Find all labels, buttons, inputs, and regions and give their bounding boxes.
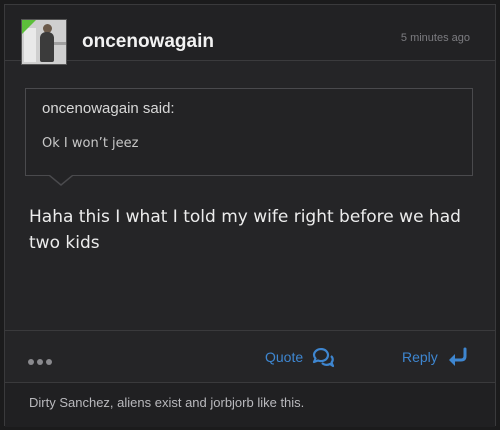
reply-button-label: Reply xyxy=(402,349,438,365)
avatar[interactable] xyxy=(21,19,67,65)
quote-button[interactable]: Quote xyxy=(265,345,335,369)
quote-text: Ok I won’t jeez xyxy=(42,136,139,151)
forum-post: oncenowagain 5 minutes ago oncenowagain … xyxy=(4,4,496,427)
quote-bubble-icon xyxy=(313,347,335,368)
online-indicator xyxy=(22,20,36,34)
reply-button[interactable]: Reply xyxy=(402,345,468,369)
quote-attribution[interactable]: oncenowagain said: xyxy=(42,100,175,117)
more-dots-icon[interactable] xyxy=(28,352,56,365)
avatar-image-detail xyxy=(54,42,66,45)
post-timestamp[interactable]: 5 minutes ago xyxy=(401,32,470,44)
post-actions: Quote Reply xyxy=(5,330,495,382)
quoted-message: oncenowagain said: Ok I won’t jeez xyxy=(25,88,473,176)
reply-arrow-icon xyxy=(448,347,467,366)
likes-text[interactable]: Dirty Sanchez, aliens exist and jorbjorb… xyxy=(29,395,304,410)
avatar-image-detail xyxy=(40,32,54,62)
post-header: oncenowagain 5 minutes ago xyxy=(5,5,495,65)
quote-pointer xyxy=(50,175,72,184)
post-message: Haha this I what I told my wife right be… xyxy=(29,207,461,253)
likes-summary: Dirty Sanchez, aliens exist and jorbjorb… xyxy=(5,382,495,427)
quote-button-label: Quote xyxy=(265,349,304,365)
post-author[interactable]: oncenowagain xyxy=(82,31,214,53)
